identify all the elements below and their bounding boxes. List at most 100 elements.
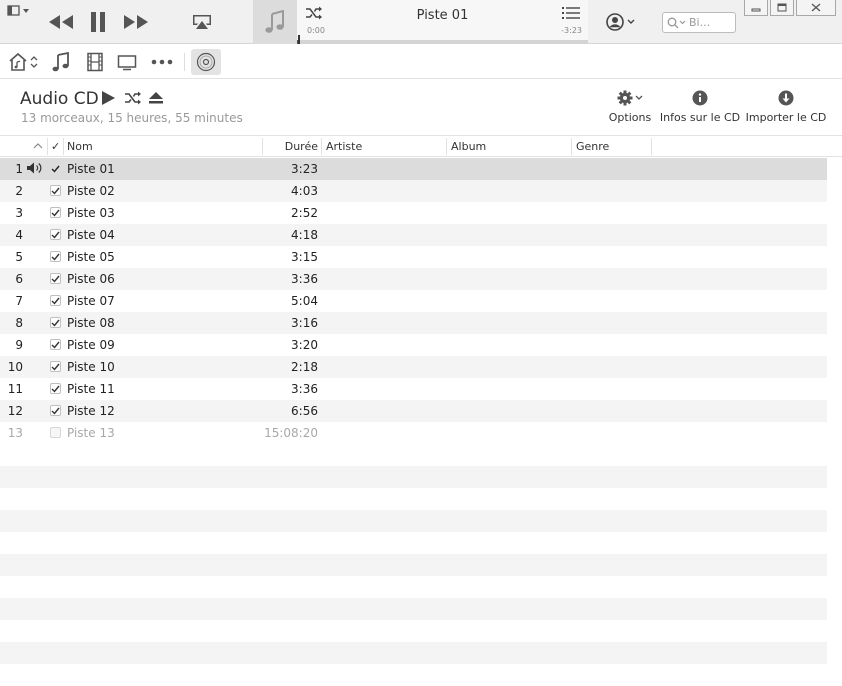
table-row[interactable]: 4 Piste 04 4:18 [0,224,827,246]
table-row[interactable]: 11 Piste 11 3:36 [0,378,827,400]
search-icon [667,17,686,28]
maximize-button[interactable] [770,0,794,16]
column-header-name[interactable]: Nom [67,140,93,153]
more-button[interactable] [150,51,174,73]
music-tile[interactable] [253,0,297,44]
track-number: 9 [15,338,23,352]
search-input[interactable] [689,16,731,29]
table-row[interactable]: 10 Piste 10 2:18 [0,356,827,378]
media-bar [0,45,842,79]
player-bar: Piste 01 0:00 -3:23 [0,0,842,44]
table-row[interactable]: 13 Piste 13 15:08:20 [0,422,827,444]
play-icon[interactable] [100,90,116,106]
shuffle-icon[interactable] [124,91,142,105]
track-table-header: ✓ Nom Durée Artiste Album Genre [0,135,842,157]
airplay-icon [193,15,211,29]
track-duration: 4:18 [291,228,318,242]
menu-button[interactable] [6,4,32,18]
playhead[interactable] [298,35,300,44]
column-header-duration[interactable]: Durée [262,140,318,153]
track-checkbox[interactable] [50,295,61,306]
cd-header: Audio CD 13 morceaux, 15 heures, 55 minu… [0,80,842,135]
library-home-button[interactable] [8,51,40,73]
tv-shows-button[interactable] [116,51,138,73]
column-header-genre[interactable]: Genre [576,140,609,153]
column-header-artist[interactable]: Artiste [326,140,362,153]
movies-button[interactable] [84,51,106,73]
minimize-button[interactable] [744,0,768,16]
checkmark-icon [51,319,60,327]
track-checkbox[interactable] [50,163,61,174]
track-checkbox[interactable] [50,251,61,262]
track-number: 11 [7,382,23,396]
track-name: Piste 13 [67,426,115,440]
table-row[interactable]: 2 Piste 02 4:03 [0,180,827,202]
cd-info-button[interactable]: Infos sur le CD [660,90,740,124]
sort-ascending-icon[interactable] [33,143,43,149]
track-checkbox[interactable] [50,339,61,350]
track-duration: 6:56 [291,404,318,418]
track-name: Piste 10 [67,360,115,374]
import-cd-label: Importer le CD [745,111,827,124]
track-checkbox[interactable] [50,361,61,372]
import-cd-button[interactable]: Importer le CD [746,90,826,124]
progress-bar[interactable] [297,40,588,44]
table-row[interactable]: 7 Piste 07 5:04 [0,290,827,312]
empty-row [0,466,827,488]
checkmark-icon [51,385,60,393]
next-button[interactable] [121,11,151,33]
search-box[interactable] [662,12,736,33]
table-row[interactable]: 8 Piste 08 3:16 [0,312,827,334]
track-checkbox[interactable] [50,317,61,328]
column-header-album[interactable]: Album [451,140,486,153]
column-header-checkmark[interactable]: ✓ [51,140,60,153]
track-checkbox[interactable] [50,229,61,240]
table-row[interactable]: 5 Piste 05 3:15 [0,246,827,268]
minimize-icon [751,8,761,11]
maximize-icon [777,3,787,12]
menu-icon [7,5,29,16]
track-name: Piste 09 [67,338,115,352]
track-number: 4 [15,228,23,242]
options-button[interactable]: Options [608,90,652,124]
list-icon[interactable] [562,6,580,20]
track-duration: 2:18 [291,360,318,374]
rewind-icon [49,15,73,29]
track-checkbox[interactable] [50,405,61,416]
pause-button[interactable] [86,9,110,35]
track-checkbox[interactable] [50,427,61,438]
close-icon [811,3,821,12]
airplay-button[interactable] [190,12,214,32]
table-row[interactable]: 9 Piste 09 3:20 [0,334,827,356]
track-name: Piste 12 [67,404,115,418]
checkmark-icon [51,275,60,283]
track-number: 1 [15,162,23,176]
table-row[interactable]: 3 Piste 03 2:52 [0,202,827,224]
track-name: Piste 03 [67,206,115,220]
checkmark-icon [51,297,60,305]
table-row[interactable]: 6 Piste 06 3:36 [0,268,827,290]
music-button[interactable] [50,51,72,73]
track-number: 5 [15,250,23,264]
track-number: 2 [15,184,23,198]
scrollbar-track[interactable] [827,158,842,676]
track-checkbox[interactable] [50,207,61,218]
track-checkbox[interactable] [50,273,61,284]
table-row[interactable]: 12 Piste 12 6:56 [0,400,827,422]
eject-icon[interactable] [148,91,164,105]
track-number: 12 [7,404,23,418]
previous-button[interactable] [46,11,76,33]
track-name: Piste 07 [67,294,115,308]
empty-row [0,510,827,532]
table-row[interactable]: 1 Piste 01 3:23 [0,158,827,180]
track-checkbox[interactable] [50,185,61,196]
account-button[interactable] [604,12,638,32]
close-button[interactable] [796,0,836,16]
window-controls [744,0,838,16]
audio-cd-button[interactable] [191,49,221,75]
track-checkbox[interactable] [50,383,61,394]
track-number: 8 [15,316,23,330]
media-bar-divider [184,53,185,71]
fast-forward-icon [124,15,148,29]
track-duration: 5:04 [291,294,318,308]
